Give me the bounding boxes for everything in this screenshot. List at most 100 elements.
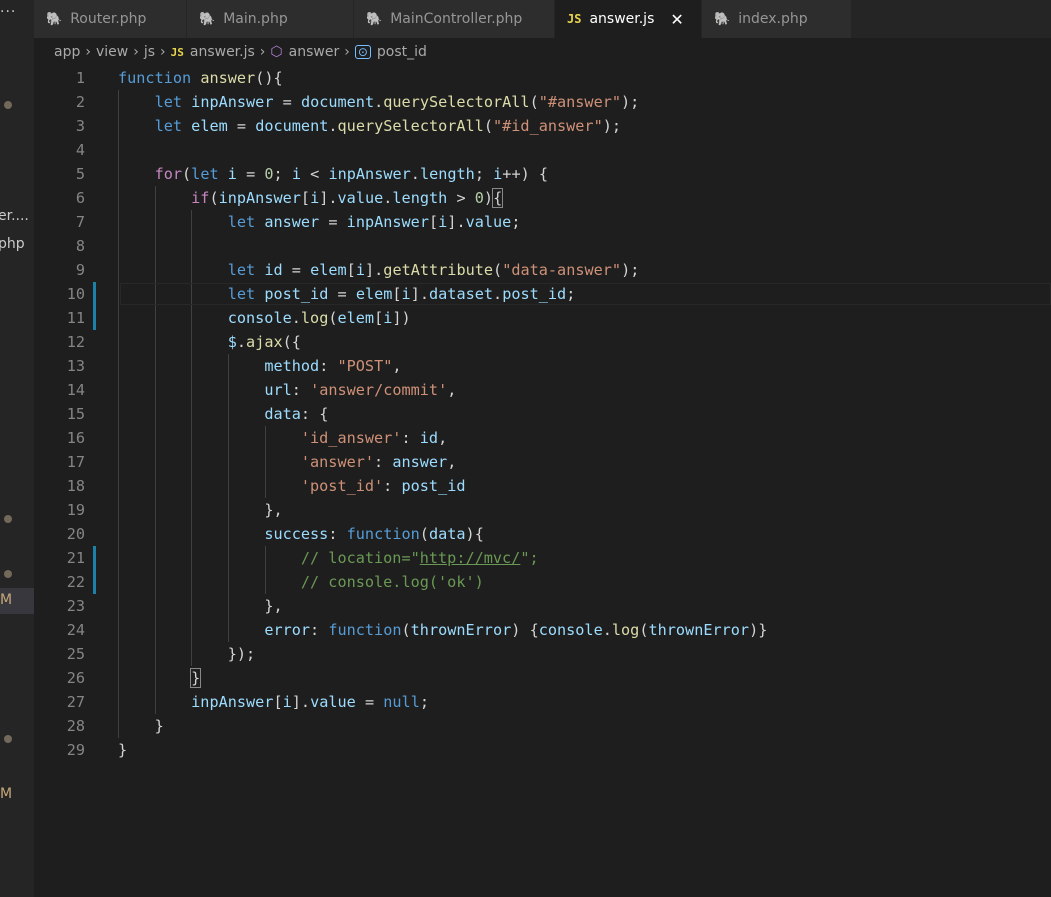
code-line[interactable]: 6 if(inpAnswer[i].value.length > 0){ bbox=[34, 186, 1051, 210]
line-number: 22 bbox=[66, 573, 85, 591]
line-number: 11 bbox=[66, 309, 85, 327]
modified-dot-icon bbox=[4, 515, 12, 523]
code-line[interactable]: 16 'id_answer': id, bbox=[34, 426, 1051, 450]
code-text: } bbox=[154, 717, 164, 735]
code-text: data: { bbox=[264, 405, 329, 423]
code-line[interactable]: 29} bbox=[34, 738, 1051, 762]
code-line[interactable]: 20 success: function(data){ bbox=[34, 522, 1051, 546]
code-text: }); bbox=[227, 645, 256, 663]
chevron-right-icon: › bbox=[133, 44, 139, 60]
code-text: error: function(thrownError) {console.lo… bbox=[264, 621, 768, 639]
git-modified-gutter-mark[interactable] bbox=[93, 282, 96, 306]
line-number: 3 bbox=[75, 117, 85, 135]
tab-main-php[interactable]: 🐘 Main.php bbox=[187, 0, 354, 38]
tab-answer-js[interactable]: JS answer.js ✕ bbox=[555, 0, 702, 38]
code-line[interactable]: 5 for(let i = 0; i < inpAnswer.length; i… bbox=[34, 162, 1051, 186]
code-text: console.log(elem[i]) bbox=[227, 309, 411, 327]
tab-label: Router.php bbox=[70, 11, 147, 27]
code-line[interactable]: 8 bbox=[34, 234, 1051, 258]
breadcrumb-view[interactable]: view bbox=[96, 44, 128, 60]
code-line[interactable]: 22 // console.log('ok') bbox=[34, 570, 1051, 594]
editor-tab-bar: 🐘 Router.php 🐘 Main.php 🐘 MainController… bbox=[34, 0, 1051, 38]
line-number: 13 bbox=[66, 357, 85, 375]
php-elephant-icon: 🐘 bbox=[366, 11, 383, 27]
code-line[interactable]: 4 bbox=[34, 138, 1051, 162]
breadcrumb-property[interactable]: post_id bbox=[377, 44, 427, 60]
close-icon[interactable]: ✕ bbox=[670, 10, 683, 29]
code-line[interactable]: 21 // location="http://mvc/"; bbox=[34, 546, 1051, 570]
code-line[interactable]: 15 data: { bbox=[34, 402, 1051, 426]
code-line[interactable]: 13 method: "POST", bbox=[34, 354, 1051, 378]
explorer-sidebar: ··· er.... php M M bbox=[0, 0, 34, 897]
line-number: 16 bbox=[66, 429, 85, 447]
code-line[interactable]: 14 url: 'answer/commit', bbox=[34, 378, 1051, 402]
line-number: 1 bbox=[75, 69, 85, 87]
code-text: method: "POST", bbox=[264, 357, 402, 375]
line-number: 10 bbox=[66, 285, 85, 303]
code-text: let id = elem[i].getAttribute("data-answ… bbox=[227, 261, 640, 279]
code-line[interactable]: 18 'post_id': post_id bbox=[34, 474, 1051, 498]
more-actions-icon[interactable]: ··· bbox=[0, 4, 16, 20]
tab-label: Main.php bbox=[223, 11, 288, 27]
tab-label: MainController.php bbox=[390, 11, 523, 27]
code-text: let post_id = elem[i].dataset.post_id; bbox=[227, 285, 576, 303]
code-line[interactable]: 26 } bbox=[34, 666, 1051, 690]
code-line[interactable]: 3 let elem = document.querySelectorAll("… bbox=[34, 114, 1051, 138]
code-text: let answer = inpAnswer[i].value; bbox=[227, 213, 521, 231]
tab-label: answer.js bbox=[589, 11, 655, 27]
code-editor[interactable]: 1 function answer(){2 let inpAnswer = doc… bbox=[34, 66, 1051, 897]
breadcrumb-js[interactable]: js bbox=[144, 44, 155, 60]
modified-dot-icon bbox=[4, 570, 12, 578]
line-number: 29 bbox=[66, 741, 85, 759]
code-line[interactable]: 19 }, bbox=[34, 498, 1051, 522]
line-number: 14 bbox=[66, 381, 85, 399]
tab-index-php[interactable]: 🐘 index.php bbox=[702, 0, 852, 38]
code-line[interactable]: 25 }); bbox=[34, 642, 1051, 666]
code-text: }, bbox=[264, 597, 283, 615]
chevron-right-icon: › bbox=[344, 44, 350, 60]
modified-dot-icon bbox=[4, 735, 12, 743]
explorer-item-truncated[interactable]: er.... bbox=[0, 208, 29, 224]
code-line[interactable]: 23 }, bbox=[34, 594, 1051, 618]
code-line[interactable]: 11 console.log(elem[i]) bbox=[34, 306, 1051, 330]
explorer-item-truncated[interactable]: php bbox=[0, 236, 25, 252]
code-text: success: function(data){ bbox=[264, 525, 484, 543]
code-line[interactable]: 10 let post_id = elem[i].dataset.post_id… bbox=[34, 282, 1051, 306]
method-cube-icon: ⬡ bbox=[270, 44, 283, 60]
line-number: 20 bbox=[66, 525, 85, 543]
code-text: inpAnswer[i].value = null; bbox=[191, 693, 429, 711]
line-number: 8 bbox=[75, 237, 85, 255]
code-text: // console.log('ok') bbox=[300, 573, 484, 591]
git-modified-gutter-mark[interactable] bbox=[93, 570, 96, 594]
code-line[interactable]: 2 let inpAnswer = document.querySelector… bbox=[34, 90, 1051, 114]
code-line[interactable]: 24 error: function(thrownError) {console… bbox=[34, 618, 1051, 642]
breadcrumb-file[interactable]: answer.js bbox=[190, 44, 255, 60]
line-number: 21 bbox=[66, 549, 85, 567]
tab-maincontroller-php[interactable]: 🐘 MainController.php bbox=[354, 0, 555, 38]
line-number: 15 bbox=[66, 405, 85, 423]
code-text: 'id_answer': id, bbox=[300, 429, 448, 447]
code-line[interactable]: 9 let id = elem[i].getAttribute("data-an… bbox=[34, 258, 1051, 282]
line-number: 5 bbox=[75, 165, 85, 183]
code-line[interactable]: 17 'answer': answer, bbox=[34, 450, 1051, 474]
breadcrumb: app › view › js › JS answer.js › ⬡ answe… bbox=[34, 38, 1051, 66]
code-line[interactable]: 7 let answer = inpAnswer[i].value; bbox=[34, 210, 1051, 234]
code-line[interactable]: 28 } bbox=[34, 714, 1051, 738]
tab-router-php[interactable]: 🐘 Router.php bbox=[34, 0, 187, 38]
line-number: 26 bbox=[66, 669, 85, 687]
breadcrumb-app[interactable]: app bbox=[54, 44, 80, 60]
git-modified-gutter-mark[interactable] bbox=[93, 546, 96, 570]
line-number: 9 bbox=[75, 261, 85, 279]
code-line[interactable]: 27 inpAnswer[i].value = null; bbox=[34, 690, 1051, 714]
code-text: // location="http://mvc/"; bbox=[300, 549, 539, 567]
breadcrumb-symbol[interactable]: answer bbox=[289, 44, 340, 60]
code-text: url: 'answer/commit', bbox=[264, 381, 457, 399]
line-number: 6 bbox=[75, 189, 85, 207]
line-number: 27 bbox=[66, 693, 85, 711]
code-text: $.ajax({ bbox=[227, 333, 301, 351]
code-line[interactable]: 1 function answer(){ bbox=[34, 66, 1051, 90]
code-text: if(inpAnswer[i].value.length > 0){ bbox=[191, 188, 504, 208]
git-modified-gutter-mark[interactable] bbox=[93, 306, 96, 330]
code-text: 'post_id': post_id bbox=[300, 477, 466, 495]
code-line[interactable]: 12 $.ajax({ bbox=[34, 330, 1051, 354]
